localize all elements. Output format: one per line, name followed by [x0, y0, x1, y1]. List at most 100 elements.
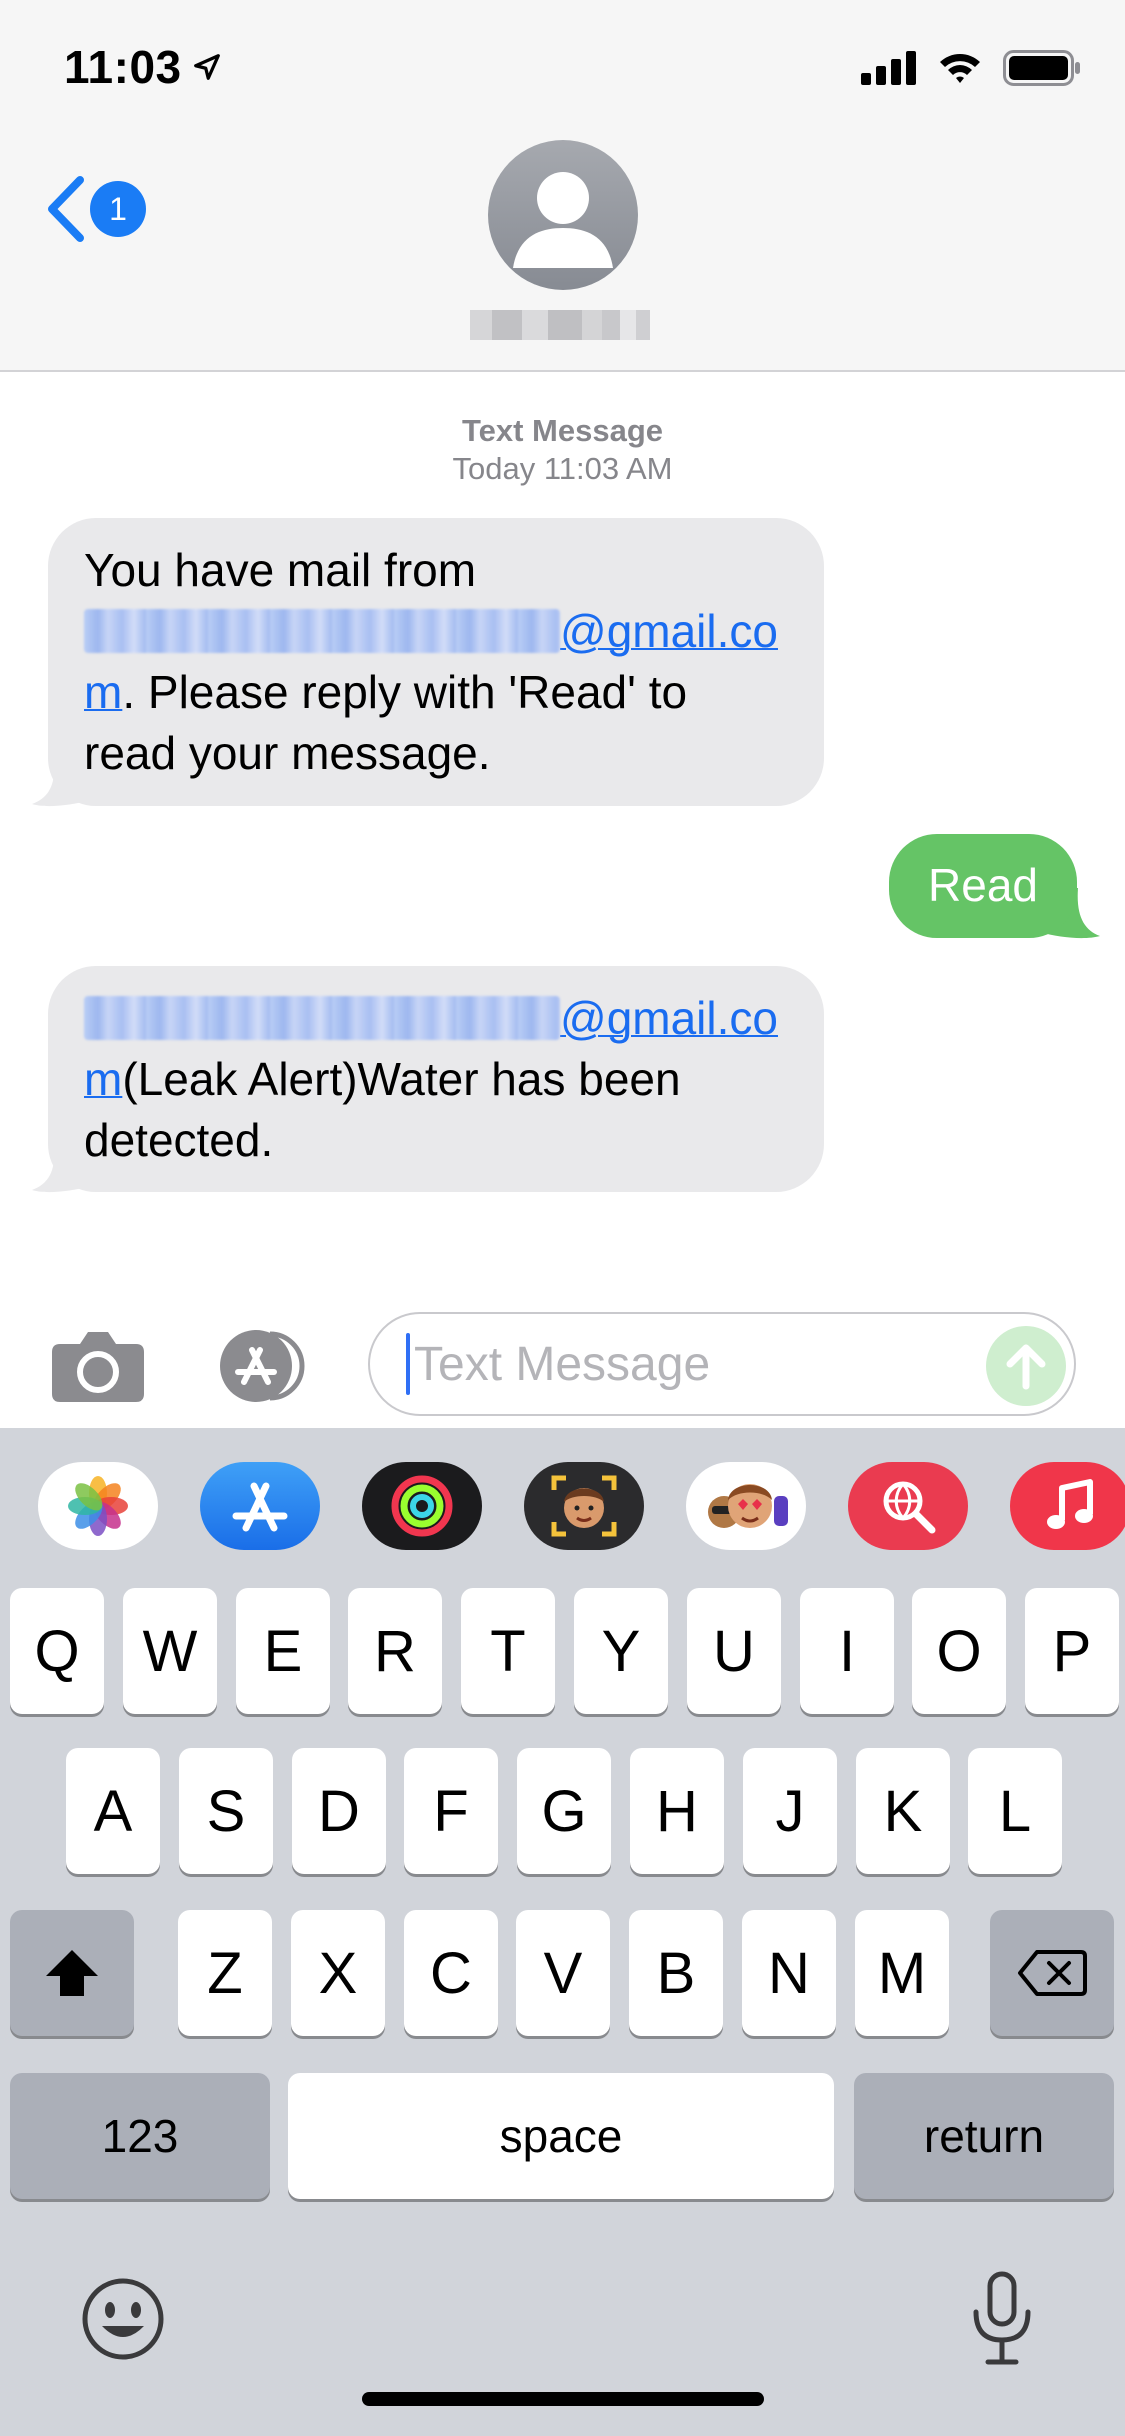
key-w[interactable]: W	[123, 1588, 217, 1714]
message-bubble-outgoing[interactable]: Read	[889, 834, 1077, 938]
status-time: 11:03	[64, 40, 222, 94]
key-z[interactable]: Z	[178, 1910, 272, 2036]
unread-badge: 1	[90, 181, 146, 237]
text-caret	[406, 1333, 410, 1395]
activity-icon	[391, 1475, 453, 1537]
key-u[interactable]: U	[687, 1588, 781, 1714]
music-icon	[1047, 1479, 1093, 1529]
key-a[interactable]: A	[66, 1748, 160, 1874]
redacted-email-address[interactable]	[84, 996, 560, 1040]
send-button[interactable]	[986, 1326, 1066, 1406]
animoji-icon	[708, 1484, 788, 1528]
key-v[interactable]: V	[516, 1910, 610, 2036]
message-text-line: m(Leak Alert)Water has been	[84, 1049, 788, 1110]
photos-icon	[68, 1476, 128, 1536]
photos-app-button[interactable]	[38, 1462, 158, 1550]
emoji-button[interactable]	[80, 2276, 166, 2362]
activity-app-button[interactable]	[362, 1462, 482, 1550]
key-d[interactable]: D	[292, 1748, 386, 1874]
message-input[interactable]: Text Message	[368, 1312, 1076, 1416]
space-key[interactable]: space	[288, 2073, 834, 2199]
message-text: . Please reply with 'Read' to	[122, 666, 688, 718]
key-m[interactable]: M	[855, 1910, 949, 2036]
key-s[interactable]: S	[179, 1748, 273, 1874]
key-f[interactable]: F	[404, 1748, 498, 1874]
memoji-sticker-icon	[551, 1475, 617, 1537]
message-text-line: read your message.	[84, 727, 491, 779]
camera-icon	[52, 1332, 144, 1402]
key-r[interactable]: R	[348, 1588, 442, 1714]
memoji-sticker-app-button[interactable]	[524, 1462, 644, 1550]
key-y[interactable]: Y	[574, 1588, 668, 1714]
navigation-header: 11:03 1	[0, 0, 1125, 372]
key-b[interactable]: B	[629, 1910, 723, 2036]
message-text: Read	[928, 859, 1038, 911]
message-text-line: @gmail.co	[84, 601, 788, 662]
key-q[interactable]: Q	[10, 1588, 104, 1714]
conversation-meta: Text Message Today 11:03 AM	[0, 412, 1125, 488]
email-link-continued[interactable]: m	[84, 1053, 122, 1105]
keyboard: 123 space return QWERTYUIOP ASDFGHJKL ZXCV…	[0, 1428, 1125, 2436]
key-i[interactable]: I	[800, 1588, 894, 1714]
web-search-icon	[883, 1481, 936, 1534]
app-store-icon	[232, 1482, 288, 1532]
message-text: (Leak Alert)Water has been	[122, 1053, 681, 1105]
music-app-button[interactable]	[1010, 1462, 1125, 1550]
back-button[interactable]: 1	[44, 176, 146, 242]
redacted-email-address[interactable]	[84, 609, 560, 653]
key-l[interactable]: L	[968, 1748, 1062, 1874]
animoji-app-button[interactable]	[686, 1462, 806, 1550]
app-store-icon	[220, 1330, 305, 1402]
status-time-text: 11:03	[64, 41, 182, 93]
arrow-up-icon	[1006, 1344, 1046, 1390]
contact-name-redacted[interactable]	[470, 310, 650, 340]
key-x[interactable]: X	[291, 1910, 385, 2036]
key-o[interactable]: O	[912, 1588, 1006, 1714]
email-link[interactable]: @gmail.co	[560, 992, 778, 1044]
message-bubble-incoming[interactable]: @gmail.co m(Leak Alert)Water has been de…	[48, 966, 824, 1192]
key-j[interactable]: J	[743, 1748, 837, 1874]
delete-icon	[1018, 1950, 1087, 1996]
contact-avatar[interactable]	[488, 140, 638, 290]
shift-key[interactable]	[10, 1910, 134, 2036]
key-p[interactable]: P	[1025, 1588, 1119, 1714]
chevron-left-icon	[48, 176, 84, 242]
message-text-line: detected.	[84, 1114, 274, 1166]
dictation-button[interactable]	[966, 2268, 1038, 2368]
status-indicators	[861, 50, 1081, 86]
numbers-key[interactable]: 123	[10, 2073, 270, 2199]
message-bubble-incoming[interactable]: You have mail from @gmail.co m. Please r…	[48, 518, 824, 806]
message-text-line: m. Please reply with 'Read' to	[84, 662, 788, 723]
key-n[interactable]: N	[742, 1910, 836, 2036]
delete-key[interactable]	[990, 1910, 1114, 2036]
home-indicator[interactable]	[362, 2392, 764, 2406]
app-store-app-button[interactable]	[200, 1462, 320, 1550]
emoji-icon	[82, 2278, 164, 2360]
email-link[interactable]: @gmail.co	[560, 605, 778, 657]
person-avatar-icon	[513, 172, 613, 268]
service-label: Text Message	[461, 413, 663, 448]
email-link-continued[interactable]: m	[84, 666, 122, 718]
key-k[interactable]: K	[856, 1748, 950, 1874]
location-arrow-icon	[193, 54, 220, 80]
compose-bar: Text Message	[0, 1300, 1125, 1428]
key-g[interactable]: G	[517, 1748, 611, 1874]
imessage-app-drawer	[0, 1428, 1125, 1578]
return-key[interactable]: return	[854, 2073, 1114, 2199]
conversation-timestamp: Today 11:03 AM	[452, 451, 673, 486]
camera-button[interactable]	[50, 1328, 146, 1404]
key-c[interactable]: C	[404, 1910, 498, 2036]
microphone-icon	[973, 2271, 1031, 2365]
web-search-app-button[interactable]	[848, 1462, 968, 1550]
message-input-placeholder: Text Message	[414, 1337, 711, 1391]
key-e[interactable]: E	[236, 1588, 330, 1714]
key-t[interactable]: T	[461, 1588, 555, 1714]
battery-icon	[1003, 50, 1080, 86]
message-text-line: You have mail from	[84, 544, 477, 596]
key-h[interactable]: H	[630, 1748, 724, 1874]
shift-icon	[46, 1950, 98, 1996]
wifi-icon	[940, 54, 980, 83]
app-store-button[interactable]	[208, 1326, 318, 1406]
message-text-line: @gmail.co	[84, 988, 788, 1049]
cellular-signal-icon	[861, 51, 916, 85]
